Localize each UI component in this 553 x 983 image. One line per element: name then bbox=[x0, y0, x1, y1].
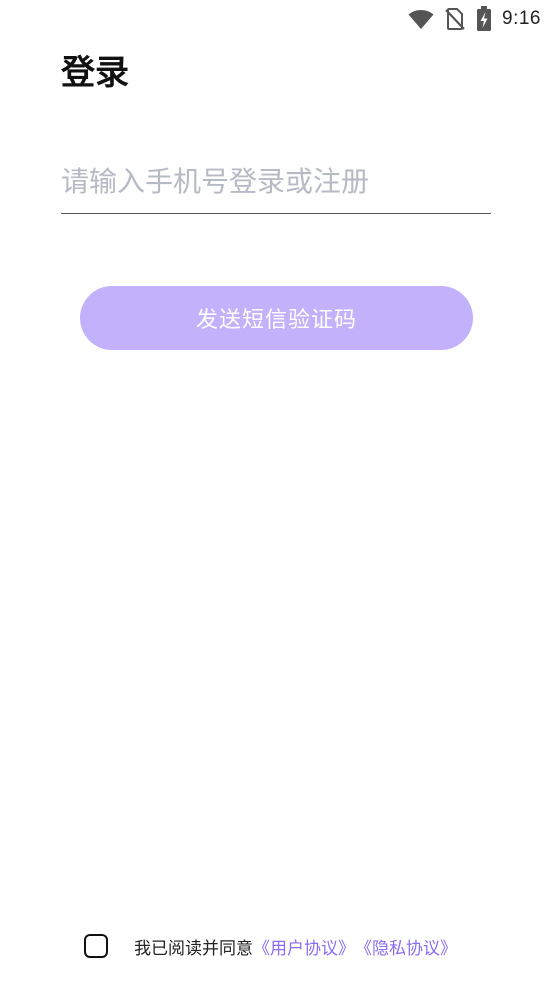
wifi-icon bbox=[408, 10, 434, 29]
send-sms-code-button[interactable]: 发送短信验证码 bbox=[80, 286, 473, 350]
no-sim-icon bbox=[445, 8, 465, 30]
phone-input[interactable] bbox=[61, 150, 491, 212]
status-icons: 9:16 bbox=[408, 5, 541, 33]
user-agreement-link[interactable]: 《用户协议》 bbox=[253, 934, 355, 959]
status-bar: 9:16 bbox=[0, 0, 553, 38]
agreement-prefix-text: 我已阅读并同意 bbox=[134, 938, 253, 959]
agree-checkbox[interactable] bbox=[84, 934, 108, 958]
privacy-policy-link[interactable]: 《隐私协议》 bbox=[355, 934, 457, 959]
agreement-row: 我已阅读并同意 《用户协议》 《隐私协议》 bbox=[84, 931, 457, 961]
status-time: 9:16 bbox=[502, 8, 541, 29]
phone-field bbox=[61, 150, 491, 214]
battery-charging-icon bbox=[477, 6, 492, 31]
page-title: 登录 bbox=[61, 53, 129, 93]
